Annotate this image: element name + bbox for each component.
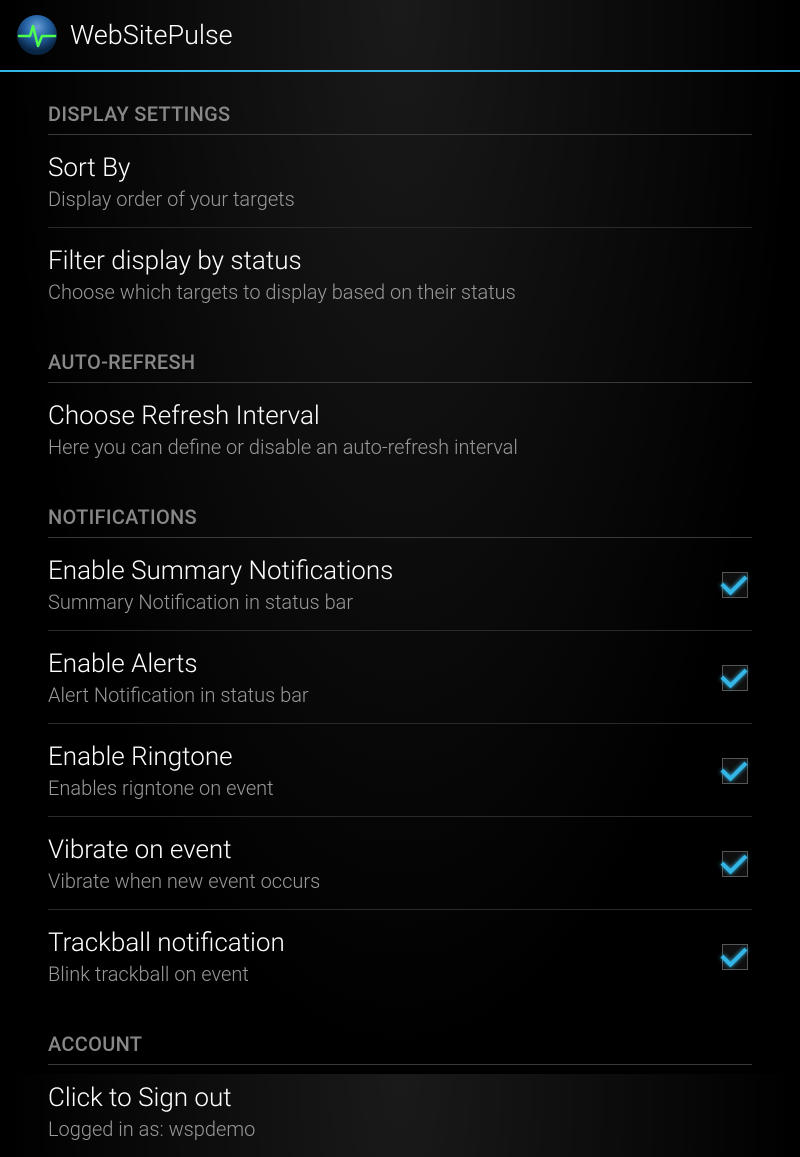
settings-list: DISPLAY SETTINGS Sort By Display order o… xyxy=(0,72,800,1157)
setting-text: Filter display by status Choose which ta… xyxy=(48,246,752,304)
setting-subtitle: Choose which targets to display based on… xyxy=(48,280,752,304)
section-header-auto-refresh: AUTO-REFRESH xyxy=(48,320,752,383)
setting-subtitle: Vibrate when new event occurs xyxy=(48,869,702,893)
setting-sign-out[interactable]: Click to Sign out Logged in as: wspdemo xyxy=(48,1065,752,1157)
setting-title: Enable Ringtone xyxy=(48,742,702,772)
setting-title: Choose Refresh Interval xyxy=(48,401,752,431)
setting-title: Sort By xyxy=(48,153,752,183)
setting-title: Filter display by status xyxy=(48,246,752,276)
setting-summary-notifications[interactable]: Enable Summary Notifications Summary Not… xyxy=(48,538,752,631)
setting-filter-by-status[interactable]: Filter display by status Choose which ta… xyxy=(48,228,752,320)
section-header-notifications: NOTIFICATIONS xyxy=(48,475,752,538)
setting-text: Enable Summary Notifications Summary Not… xyxy=(48,556,702,614)
app-title: WebSitePulse xyxy=(70,19,233,51)
setting-subtitle: Logged in as: wspdemo xyxy=(48,1117,752,1141)
setting-text: Click to Sign out Logged in as: wspdemo xyxy=(48,1083,752,1141)
checkbox-alerts[interactable] xyxy=(722,665,748,691)
setting-subtitle: Here you can define or disable an auto-r… xyxy=(48,435,752,459)
setting-subtitle: Enables rigntone on event xyxy=(48,776,702,800)
app-logo-icon xyxy=(16,14,58,56)
checkbox-ringtone[interactable] xyxy=(722,758,748,784)
section-header-display: DISPLAY SETTINGS xyxy=(48,72,752,135)
setting-enable-ringtone[interactable]: Enable Ringtone Enables rigntone on even… xyxy=(48,724,752,817)
setting-title: Enable Alerts xyxy=(48,649,702,679)
setting-title: Vibrate on event xyxy=(48,835,702,865)
setting-subtitle: Blink trackball on event xyxy=(48,962,702,986)
setting-subtitle: Display order of your targets xyxy=(48,187,752,211)
checkbox-trackball[interactable] xyxy=(722,944,748,970)
setting-text: Enable Alerts Alert Notification in stat… xyxy=(48,649,702,707)
setting-title: Trackball notification xyxy=(48,928,702,958)
setting-text: Enable Ringtone Enables rigntone on even… xyxy=(48,742,702,800)
setting-text: Trackball notification Blink trackball o… xyxy=(48,928,702,986)
setting-text: Sort By Display order of your targets xyxy=(48,153,752,211)
checkbox-summary[interactable] xyxy=(722,572,748,598)
setting-trackball[interactable]: Trackball notification Blink trackball o… xyxy=(48,910,752,1002)
setting-enable-alerts[interactable]: Enable Alerts Alert Notification in stat… xyxy=(48,631,752,724)
setting-subtitle: Alert Notification in status bar xyxy=(48,683,702,707)
setting-subtitle: Summary Notification in status bar xyxy=(48,590,702,614)
action-bar: WebSitePulse xyxy=(0,0,800,72)
setting-text: Vibrate on event Vibrate when new event … xyxy=(48,835,702,893)
setting-title: Enable Summary Notifications xyxy=(48,556,702,586)
setting-text: Choose Refresh Interval Here you can def… xyxy=(48,401,752,459)
setting-sort-by[interactable]: Sort By Display order of your targets xyxy=(48,135,752,228)
checkbox-vibrate[interactable] xyxy=(722,851,748,877)
setting-vibrate[interactable]: Vibrate on event Vibrate when new event … xyxy=(48,817,752,910)
section-header-account: ACCOUNT xyxy=(48,1002,752,1065)
setting-title: Click to Sign out xyxy=(48,1083,752,1113)
setting-refresh-interval[interactable]: Choose Refresh Interval Here you can def… xyxy=(48,383,752,475)
